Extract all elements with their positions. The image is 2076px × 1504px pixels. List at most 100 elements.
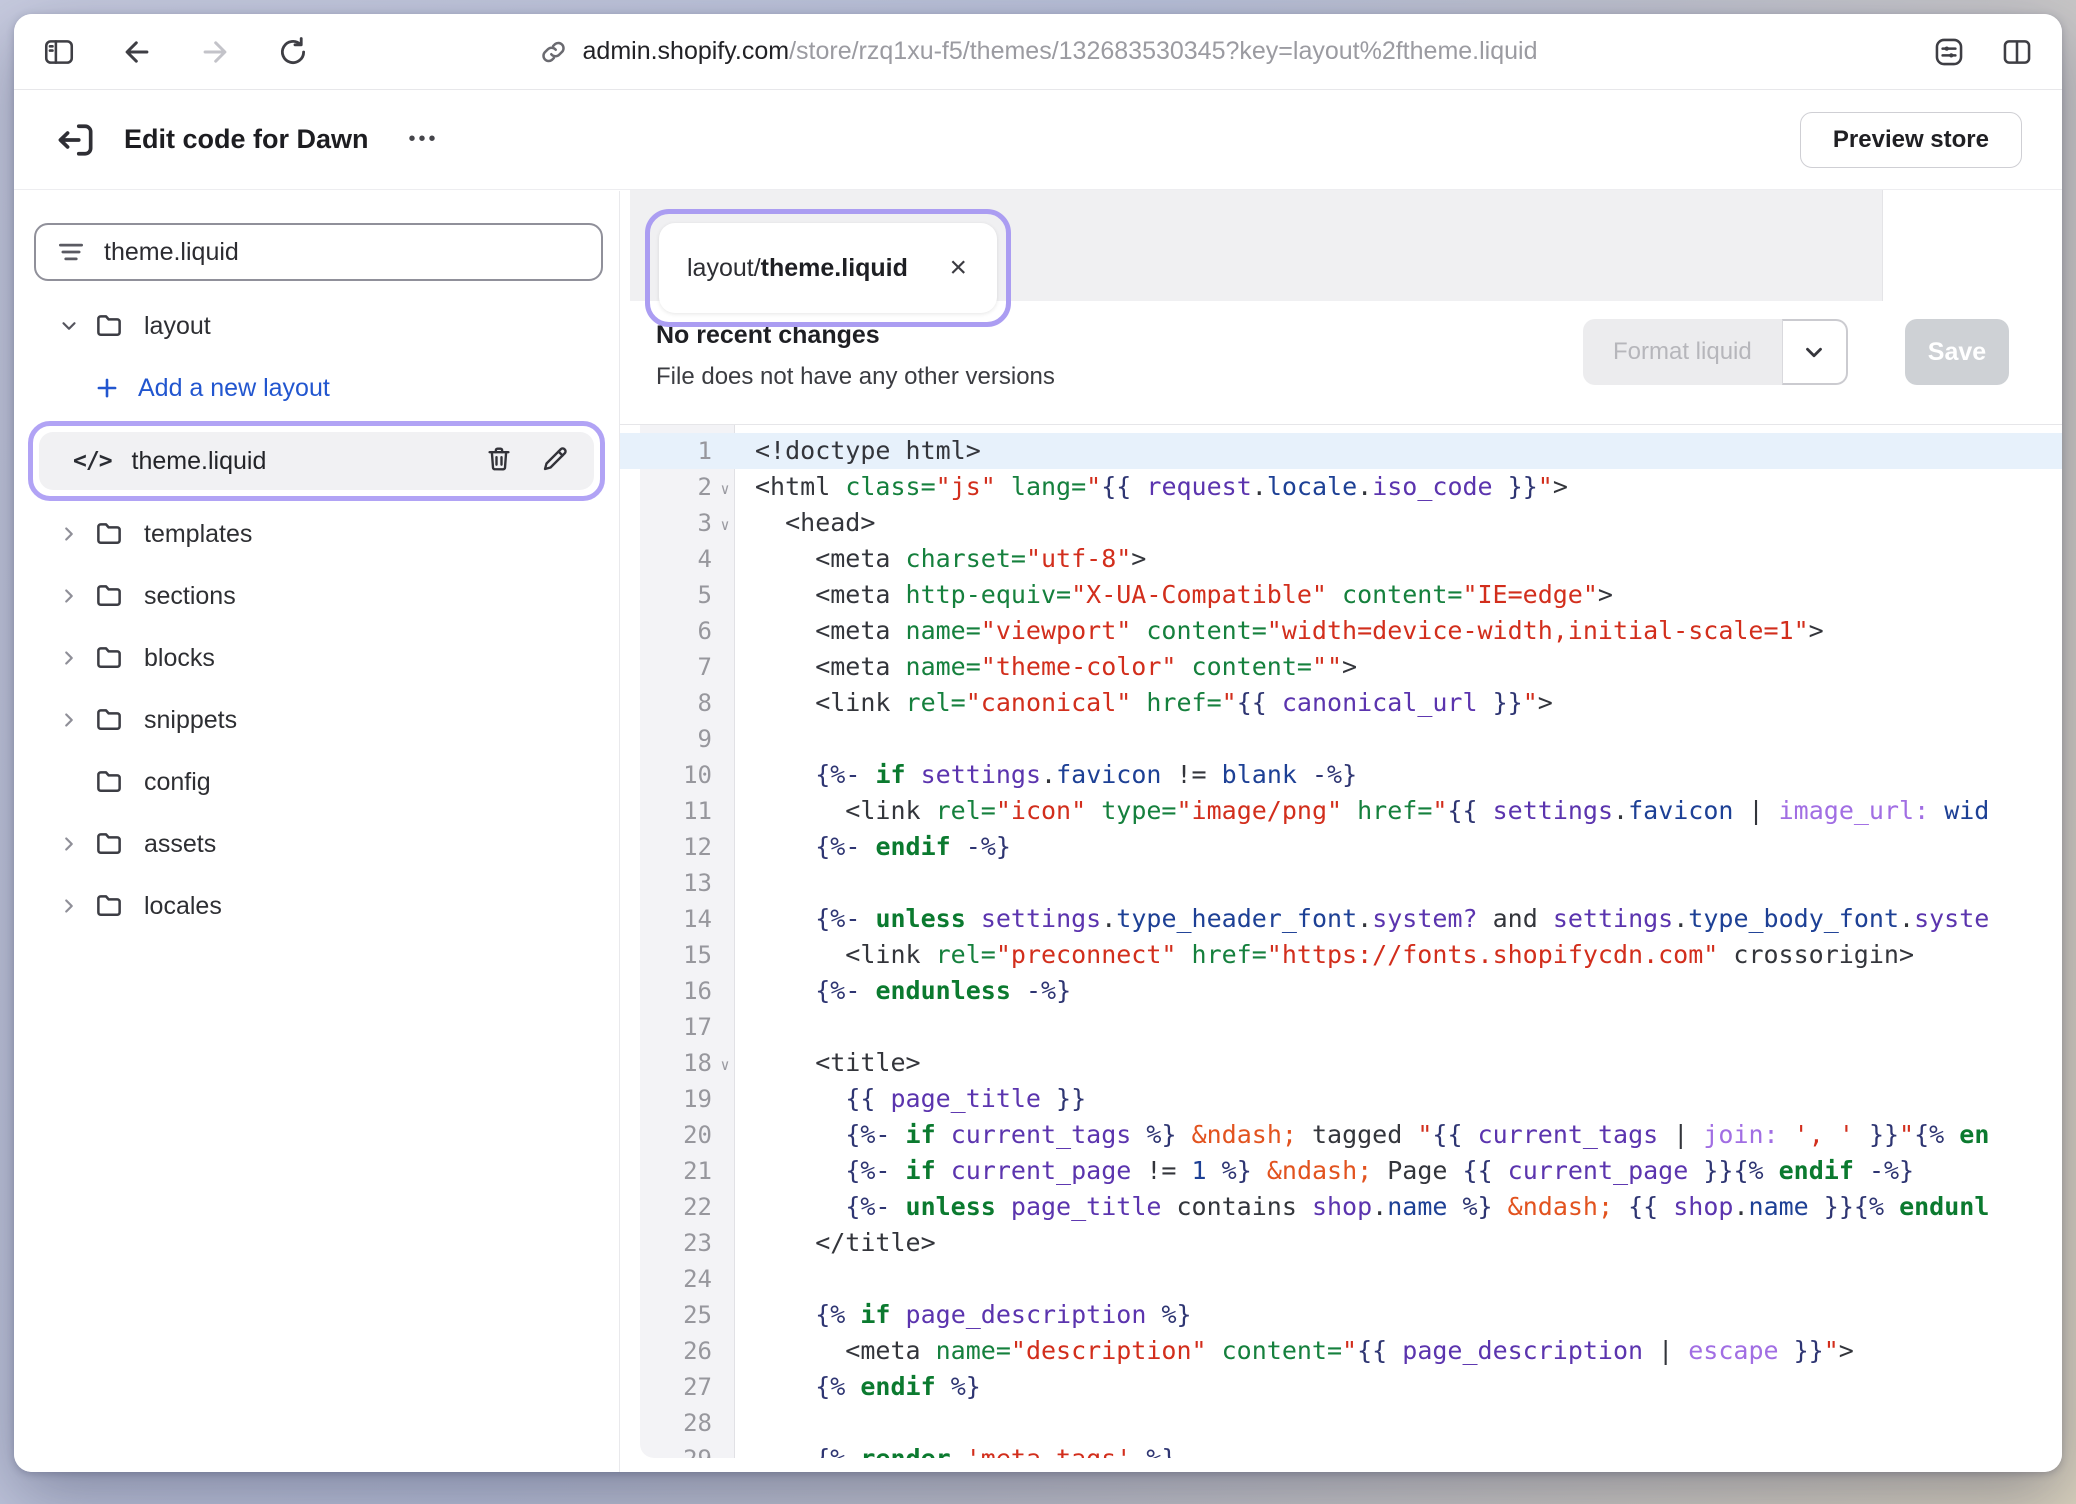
- line-number: 29: [640, 1441, 712, 1458]
- fold-toggle-icon[interactable]: ∨: [714, 1047, 736, 1083]
- line-number: 8: [640, 685, 712, 721]
- sidebar-toggle-icon[interactable]: [40, 33, 78, 71]
- browser-settings-icon[interactable]: [1930, 33, 1968, 71]
- line-number: 5: [640, 577, 712, 613]
- code-line[interactable]: 28: [620, 1405, 2062, 1441]
- code-line[interactable]: 9: [620, 721, 2062, 757]
- reload-button-icon[interactable]: [274, 33, 312, 71]
- fold-toggle-icon[interactable]: ∨: [714, 471, 736, 507]
- folder-icon: [94, 829, 124, 859]
- code-line[interactable]: 19 {{ page_title }}: [620, 1081, 2062, 1117]
- code-line[interactable]: 14 {%- unless settings.type_header_font.…: [620, 901, 2062, 937]
- sidebar-item-templates[interactable]: templates: [14, 503, 619, 565]
- back-button-icon[interactable]: [118, 33, 156, 71]
- line-number: 1: [640, 433, 712, 469]
- code-editor[interactable]: 1<!doctype html>2∨<html class="js" lang=…: [620, 425, 2062, 1458]
- code-line[interactable]: 18∨ <title>: [620, 1045, 2062, 1081]
- chevron-right-icon[interactable]: [58, 647, 80, 669]
- folder-label: layout: [144, 312, 211, 341]
- rename-file-icon[interactable]: [540, 444, 570, 479]
- code-line[interactable]: 1<!doctype html>: [620, 433, 2062, 469]
- code-line[interactable]: 8 <link rel="canonical" href="{{ canonic…: [620, 685, 2062, 721]
- format-liquid-label: Format liquid: [1583, 319, 1782, 385]
- address-bar[interactable]: admin.shopify.com/store/rzq1xu-f5/themes…: [539, 14, 1538, 89]
- chevron-right-icon[interactable]: [58, 585, 80, 607]
- code-line[interactable]: 21 {%- if current_page != 1 %} &ndash; P…: [620, 1153, 2062, 1189]
- format-dropdown-button[interactable]: [1782, 319, 1848, 385]
- sidebar-item-theme-liquid[interactable]: </>theme.liquid: [39, 432, 594, 490]
- file-sidebar: theme.liquid layout Add a new layout </>th…: [14, 191, 620, 1472]
- file-tree: layout Add a new layout </>theme.liquid tem…: [14, 295, 619, 937]
- line-number: 10: [640, 757, 712, 793]
- code-line[interactable]: 15 <link rel="preconnect" href="https://…: [620, 937, 2062, 973]
- tab-label: layout/theme.liquid: [687, 254, 908, 283]
- line-number: 15: [640, 937, 712, 973]
- sidebar-item-snippets[interactable]: snippets: [14, 689, 619, 751]
- code-line[interactable]: 13: [620, 865, 2062, 901]
- line-number: 23: [640, 1225, 712, 1261]
- code-line[interactable]: 7 <meta name="theme-color" content="">: [620, 649, 2062, 685]
- code-line[interactable]: 17: [620, 1009, 2062, 1045]
- folder-icon: [94, 767, 124, 797]
- code-line[interactable]: 10 {%- if settings.favicon != blank -%}: [620, 757, 2062, 793]
- search-value: theme.liquid: [104, 238, 239, 267]
- line-number: 2: [640, 469, 712, 505]
- code-line[interactable]: 29 {% render 'meta-tags' %}: [620, 1441, 2062, 1458]
- sidebar-item-sections[interactable]: sections: [14, 565, 619, 627]
- file-search-input[interactable]: theme.liquid: [34, 223, 603, 281]
- line-number: 20: [640, 1117, 712, 1153]
- add-new-layout-link[interactable]: Add a new layout: [14, 357, 619, 419]
- sidebar-item-locales[interactable]: locales: [14, 875, 619, 937]
- sidebar-item-blocks[interactable]: blocks: [14, 627, 619, 689]
- chevron-right-icon[interactable]: [58, 709, 80, 731]
- code-line[interactable]: 3∨ <head>: [620, 505, 2062, 541]
- tab-layout-theme-liquid[interactable]: layout/theme.liquid ×: [659, 223, 997, 313]
- chevron-down-icon[interactable]: [58, 315, 80, 337]
- sidebar-item-layout[interactable]: layout: [14, 295, 619, 357]
- chevron-right-icon[interactable]: [58, 895, 80, 917]
- code-line[interactable]: 26 <meta name="description" content="{{ …: [620, 1333, 2062, 1369]
- code-line[interactable]: 2∨<html class="js" lang="{{ request.loca…: [620, 469, 2062, 505]
- code-panel: layout/theme.liquid × No recent changes …: [620, 191, 2062, 1472]
- line-number: 4: [640, 541, 712, 577]
- folder-icon: [94, 643, 124, 673]
- code-line[interactable]: 12 {%- endif -%}: [620, 829, 2062, 865]
- line-number: 28: [640, 1405, 712, 1441]
- split-view-icon[interactable]: [1998, 33, 2036, 71]
- fold-toggle-icon[interactable]: ∨: [714, 507, 736, 543]
- code-line[interactable]: 24: [620, 1261, 2062, 1297]
- line-number: 21: [640, 1153, 712, 1189]
- code-line[interactable]: 23 </title>: [620, 1225, 2062, 1261]
- chevron-down-icon: [1801, 339, 1827, 365]
- status-subtitle: File does not have any other versions: [656, 363, 1055, 391]
- code-line[interactable]: 20 {%- if current_tags %} &ndash; tagged…: [620, 1117, 2062, 1153]
- exit-editor-icon[interactable]: [54, 118, 98, 162]
- sidebar-item-config[interactable]: config: [14, 751, 619, 813]
- line-number: 6: [640, 613, 712, 649]
- line-number: 19: [640, 1081, 712, 1117]
- code-line[interactable]: 6 <meta name="viewport" content="width=d…: [620, 613, 2062, 649]
- folder-label: sections: [144, 582, 236, 611]
- code-line[interactable]: 27 {% endif %}: [620, 1369, 2062, 1405]
- code-line[interactable]: 4 <meta charset="utf-8">: [620, 541, 2062, 577]
- save-button[interactable]: Save: [1905, 319, 2009, 385]
- chevron-right-icon[interactable]: [58, 523, 80, 545]
- spacer: [58, 771, 80, 793]
- forward-button-icon: [196, 33, 234, 71]
- delete-file-icon[interactable]: [484, 444, 514, 479]
- code-line[interactable]: 25 {% if page_description %}: [620, 1297, 2062, 1333]
- page-title: Edit code for Dawn: [124, 124, 369, 155]
- folder-icon: [94, 581, 124, 611]
- code-line[interactable]: 22 {%- unless page_title contains shop.n…: [620, 1189, 2062, 1225]
- line-number: 12: [640, 829, 712, 865]
- url-text: admin.shopify.com/store/rzq1xu-f5/themes…: [583, 37, 1538, 66]
- code-line[interactable]: 11 <link rel="icon" type="image/png" hre…: [620, 793, 2062, 829]
- preview-store-button[interactable]: Preview store: [1800, 112, 2022, 168]
- more-actions-button[interactable]: •••: [399, 120, 449, 159]
- sidebar-item-assets[interactable]: assets: [14, 813, 619, 875]
- code-line[interactable]: 5 <meta http-equiv="X-UA-Compatible" con…: [620, 577, 2062, 613]
- tab-close-icon[interactable]: ×: [947, 253, 969, 283]
- format-liquid-button[interactable]: Format liquid: [1583, 319, 1848, 385]
- code-line[interactable]: 16 {%- endunless -%}: [620, 973, 2062, 1009]
- chevron-right-icon[interactable]: [58, 833, 80, 855]
